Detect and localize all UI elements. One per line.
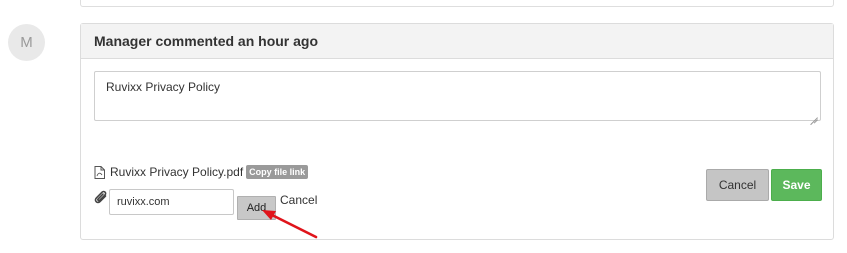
avatar: M xyxy=(8,24,45,61)
paperclip-icon xyxy=(94,190,107,204)
pdf-file-icon xyxy=(94,165,105,179)
attachment-row: Ruvixx Privacy Policy.pdf Copy file link xyxy=(94,164,309,180)
comment-header-text: Manager commented an hour ago xyxy=(94,33,319,49)
copy-file-link-button[interactable]: Copy file link xyxy=(246,165,309,179)
comment-card: Manager commented an hour ago Ruvixx Pri… xyxy=(80,23,834,240)
cancel-button[interactable]: Cancel xyxy=(706,169,769,201)
cancel-link-button[interactable]: Cancel xyxy=(280,193,317,207)
comment-thread: M Manager commented an hour ago Ruvixx P… xyxy=(0,0,847,253)
comment-header: Manager commented an hour ago xyxy=(81,24,833,59)
attachment-filename[interactable]: Ruvixx Privacy Policy.pdf xyxy=(110,165,243,179)
resize-handle[interactable] xyxy=(810,110,818,118)
comment-textarea[interactable]: Ruvixx Privacy Policy xyxy=(94,71,821,121)
annotation-arrow-icon xyxy=(262,210,318,239)
save-button[interactable]: Save xyxy=(771,169,822,201)
link-url-input[interactable] xyxy=(109,189,234,215)
comment-text: Ruvixx Privacy Policy xyxy=(106,80,221,94)
avatar-initial: M xyxy=(20,34,33,51)
previous-comment-card xyxy=(80,0,834,7)
